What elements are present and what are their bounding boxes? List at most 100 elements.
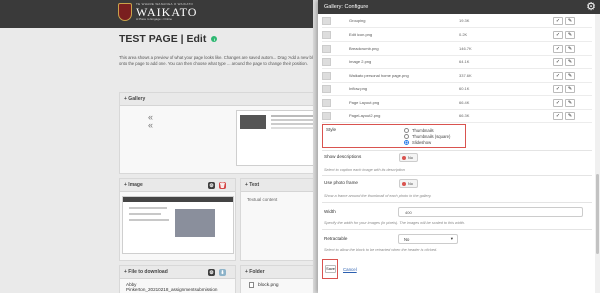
select-check-icon[interactable]: ✓	[553, 44, 563, 53]
info-icon[interactable]: i	[211, 36, 218, 42]
download-icon[interactable]: ⬇	[219, 269, 226, 276]
text-block-title: + Text	[245, 182, 260, 188]
file-row-name: PageLayout2.png	[349, 113, 381, 118]
folder-file-item[interactable]: block.png	[249, 282, 279, 288]
delete-trash-icon[interactable]: 🗑	[219, 182, 226, 189]
save-highlight: Save	[322, 259, 338, 279]
select-check-icon[interactable]: ✓	[553, 30, 563, 39]
file-thumbnail	[322, 30, 331, 39]
image-preview-picture	[175, 209, 215, 237]
select-check-icon[interactable]: ✓	[553, 71, 563, 80]
image-block-title: + Image	[124, 182, 143, 188]
retractable-select[interactable]: No ▾	[398, 234, 458, 244]
modal-header: Gallery: Configure ⚙	[318, 0, 600, 14]
folder-file-name: block.png	[258, 282, 279, 288]
scrollbar-thumb[interactable]	[596, 174, 599, 254]
width-input[interactable]: 400	[398, 207, 583, 217]
file-thumbnail	[322, 44, 331, 53]
edit-pencil-icon[interactable]: ✎	[565, 44, 575, 53]
edit-pencil-icon[interactable]: ✎	[565, 84, 575, 93]
chevron-down-icon: ▾	[450, 236, 453, 241]
edit-pencil-icon[interactable]: ✎	[565, 16, 575, 25]
folder-block: + Folder block.png	[240, 265, 319, 293]
file-row-name: Inflow.png	[349, 86, 368, 91]
photo-frame-label: Use photo frame	[324, 180, 358, 185]
gallery-block-title: + Gallery	[124, 96, 146, 102]
modal-scrollbar[interactable]	[595, 14, 600, 293]
file-row-size: 19.3K	[459, 18, 470, 23]
text-block: + Text Textual content	[240, 178, 319, 261]
file-block-title: + File to download	[124, 269, 168, 275]
file-row[interactable]: Edit icon.png 0.2K ✓ ✎	[322, 29, 592, 40]
photo-frame-toggle[interactable]: No	[399, 179, 418, 188]
gallery-block-header[interactable]: + Gallery	[120, 93, 318, 106]
show-descriptions-label: Show descriptions	[324, 154, 362, 159]
select-check-icon[interactable]: ✓	[553, 111, 563, 120]
gallery-prev-icon[interactable]: « «	[148, 113, 153, 130]
university-crest-icon	[118, 3, 132, 21]
text-block-content: Textual content	[247, 197, 278, 202]
edit-pencil-icon[interactable]: ✎	[565, 71, 575, 80]
file-row-name: Grouping	[349, 18, 366, 23]
file-block: + File to download ⚙ ⬇ Abby Pinkerton_20…	[119, 265, 236, 293]
save-button[interactable]: Save	[325, 265, 336, 273]
style-option-thumbnails[interactable]: Thumbnails	[404, 128, 434, 133]
width-label: Width	[324, 209, 336, 214]
gallery-block: + Gallery « «	[119, 92, 326, 174]
file-name: Pinkerton_20210218_assignmentsubmission	[126, 287, 218, 292]
width-help: Specify the width for your images (in pi…	[324, 221, 465, 225]
select-check-icon[interactable]: ✓	[553, 84, 563, 93]
file-thumbnail	[322, 98, 331, 107]
page-title-text: TEST PAGE | Edit	[119, 33, 207, 45]
style-option-thumbnails-square[interactable]: Thumbnails (square)	[404, 134, 450, 139]
image-preview	[122, 196, 234, 254]
show-descriptions-toggle[interactable]: No	[399, 153, 418, 162]
select-check-icon[interactable]: ✓	[553, 98, 563, 107]
style-option-slideshow[interactable]: Slideshow	[404, 140, 431, 145]
file-row-size: 146.7K	[459, 46, 472, 51]
settings-gear-icon[interactable]: ⚙	[586, 1, 596, 13]
show-descriptions-help: Select to caption each image with its de…	[324, 168, 405, 172]
edit-pencil-icon[interactable]: ✎	[565, 57, 575, 66]
radio-icon	[404, 134, 409, 139]
file-row-name: Image 2.png	[349, 59, 372, 64]
file-row-size: 60.1K	[459, 86, 470, 91]
configure-gear-icon[interactable]: ⚙	[208, 269, 215, 276]
select-check-icon[interactable]: ✓	[553, 16, 563, 25]
waikato-logo[interactable]: TE WHARE WANANGA O WAIKATO WAIKATO A Pla…	[118, 3, 197, 21]
file-block-header[interactable]: + File to download ⚙ ⬇	[120, 266, 235, 279]
toggle-off-icon	[402, 181, 406, 186]
page-title: TEST PAGE | Edit i	[119, 33, 218, 45]
file-row-name: Waikato personal home page.png	[349, 73, 409, 78]
modal-title: Gallery: Configure	[324, 4, 369, 10]
retractable-help: Select to allow the block to be retracte…	[324, 248, 438, 252]
file-entry[interactable]: Abby Pinkerton_20210218_assignmentsubmis…	[126, 282, 217, 292]
page-intro-text: This area shows a preview of what your p…	[119, 55, 321, 67]
cancel-link[interactable]: Cancel	[343, 267, 357, 272]
text-block-header[interactable]: + Text	[241, 179, 318, 192]
photo-frame-help: Show a frame around the thumbnail of eac…	[324, 194, 432, 198]
file-row-size: 0.2K	[459, 32, 468, 37]
file-row[interactable]: Inflow.png 60.1K ✓ ✎	[322, 83, 592, 94]
file-thumbnail	[322, 57, 331, 66]
radio-selected-icon	[404, 140, 409, 145]
configure-gear-icon[interactable]: ⚙	[208, 182, 215, 189]
file-row[interactable]: Grouping 19.3K ✓ ✎	[322, 15, 592, 26]
file-row-name: Edit icon.png	[349, 32, 373, 37]
edit-pencil-icon[interactable]: ✎	[565, 98, 575, 107]
file-row[interactable]: Image 2.png 64.1K ✓ ✎	[322, 56, 592, 67]
folder-block-header[interactable]: + Folder	[241, 266, 318, 279]
file-row[interactable]: Waikato personal home page.png 337.6K ✓ ✎	[322, 70, 592, 81]
file-row[interactable]: Page Layout.png 66.4K ✓ ✎	[322, 97, 592, 108]
select-check-icon[interactable]: ✓	[553, 57, 563, 66]
file-row[interactable]: PageLayout2.png 66.3K ✓ ✎	[322, 110, 592, 121]
file-row-size: 337.6K	[459, 73, 472, 78]
image-block-header[interactable]: + Image ⚙ 🗑	[120, 179, 235, 192]
edit-pencil-icon[interactable]: ✎	[565, 30, 575, 39]
file-thumbnail	[322, 16, 331, 25]
edit-pencil-icon[interactable]: ✎	[565, 111, 575, 120]
gallery-configure-panel: Gallery: Configure ⚙ Grouping 19.3K ✓ ✎ Edit…	[318, 0, 600, 293]
file-row[interactable]: Breadcrumb.png 146.7K ✓ ✎	[322, 43, 592, 54]
file-thumbnail	[322, 111, 331, 120]
retractable-label: Retractable	[324, 236, 348, 241]
